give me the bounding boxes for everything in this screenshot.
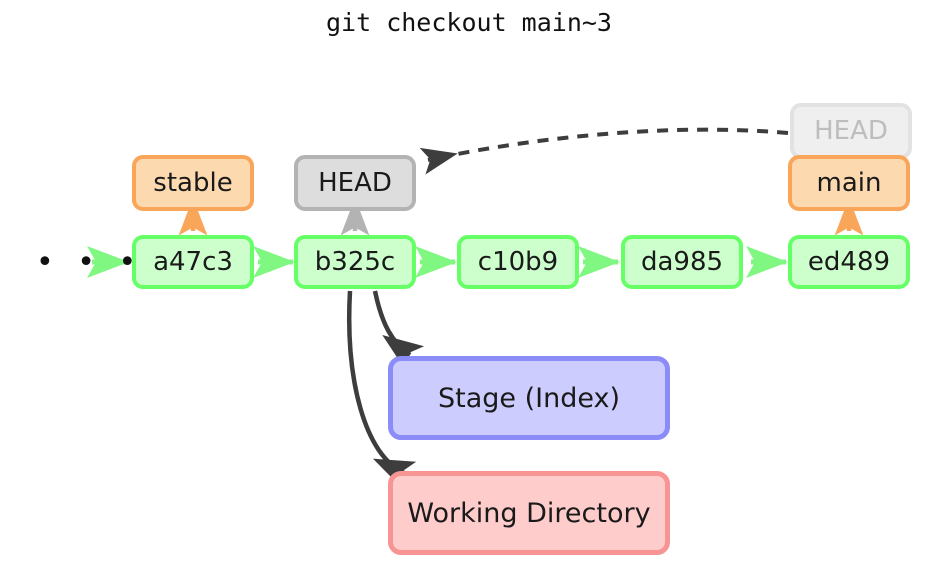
commit-node-c10b9[interactable]: c10b9	[457, 235, 579, 289]
ref-head[interactable]: HEAD	[294, 155, 416, 211]
ref-head-label: HEAD	[318, 168, 392, 198]
ref-stable[interactable]: stable	[132, 155, 254, 211]
commit-hash: ed489	[807, 247, 891, 277]
edge-head-move-dashed	[419, 127, 789, 175]
ref-head-ghost-label: HEAD	[814, 116, 888, 146]
ref-main-label: main	[816, 168, 882, 198]
working-directory-box[interactable]: Working Directory	[388, 471, 670, 555]
ref-head-ghost: HEAD	[790, 103, 912, 159]
commit-node-ed489[interactable]: ed489	[788, 235, 910, 289]
commit-node-a47c3[interactable]: a47c3	[132, 235, 254, 289]
commit-hash: a47c3	[153, 247, 233, 277]
stage-index-box[interactable]: Stage (Index)	[388, 356, 670, 440]
commit-hash: c10b9	[477, 247, 559, 277]
commit-node-da985[interactable]: da985	[621, 235, 743, 289]
commit-hash: da985	[640, 247, 724, 277]
commit-hash: b325c	[314, 247, 396, 277]
diagram-canvas: git checkout main~3 • • • HEAD stable HE…	[0, 0, 938, 569]
ellipsis-more-commits: • • •	[36, 245, 144, 280]
commit-node-b325c[interactable]: b325c	[294, 235, 416, 289]
stage-index-label: Stage (Index)	[438, 382, 620, 414]
ref-stable-label: stable	[153, 168, 233, 198]
ref-main[interactable]: main	[788, 155, 910, 211]
edge-b325c-to-stage	[372, 290, 425, 372]
working-directory-label: Working Directory	[407, 497, 651, 529]
